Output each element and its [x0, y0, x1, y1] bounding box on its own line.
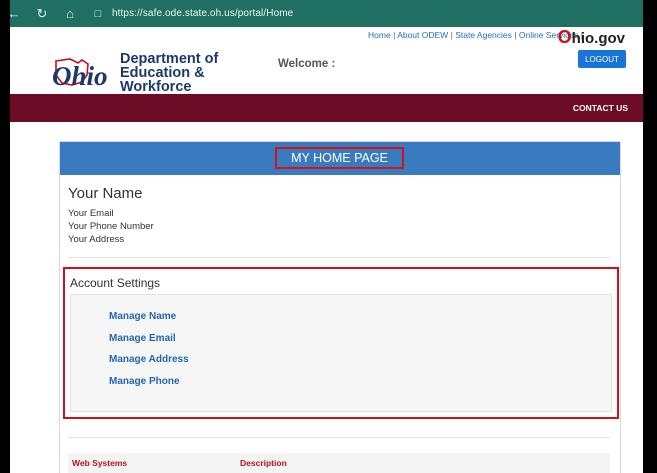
home-page-card: MY HOME PAGE Your Name Your Email Your P…: [59, 141, 621, 473]
top-nav-home[interactable]: Home: [368, 30, 391, 40]
divider: [68, 437, 610, 438]
profile-address: Your Address: [68, 234, 125, 245]
profile-phone: Your Phone Number: [68, 221, 154, 232]
page-content: Home | About ODEW | State Agencies | Onl…: [10, 27, 643, 473]
web-systems-table-header: Web Systems Description: [68, 453, 610, 473]
page-title: MY HOME PAGE: [275, 147, 404, 169]
department-title-line: Education &: [120, 65, 205, 81]
department-title: Department of Education & Workforce: [120, 51, 219, 95]
ohio-state-logo[interactable]: Ohio: [48, 55, 128, 91]
address-bar[interactable]: https://safe.ode.state.oh.us/portal/Home: [112, 8, 293, 19]
top-nav-state-agencies[interactable]: State Agencies: [455, 30, 512, 40]
account-settings-panel: Manage Name Manage Email Manage Address …: [70, 294, 612, 412]
divider: [68, 257, 610, 258]
account-settings-section: Account Settings Manage Name Manage Emai…: [63, 267, 619, 419]
top-nav-separator: |: [514, 30, 517, 40]
top-nav-links: Home | About ODEW | State Agencies | Onl…: [368, 30, 583, 40]
department-title-line: Workforce: [120, 79, 192, 95]
account-settings-title: Account Settings: [70, 276, 161, 290]
ohio-gov-o: O: [557, 27, 572, 47]
welcome-text: Welcome :: [278, 58, 336, 70]
manage-name-link[interactable]: Manage Name: [109, 311, 176, 322]
browser-toolbar: ← ↻ ⌂ □ https://safe.ode.state.oh.us/por…: [0, 0, 657, 27]
manage-email-link[interactable]: Manage Email: [109, 333, 176, 344]
card-header: MY HOME PAGE: [60, 142, 620, 175]
reload-icon[interactable]: ↻: [32, 6, 52, 22]
lock-icon: □: [94, 7, 102, 20]
svg-text:Ohio: Ohio: [52, 61, 108, 91]
profile-email: Your Email: [68, 208, 114, 219]
web-systems-column-header: Web Systems: [72, 458, 128, 468]
manage-phone-link[interactable]: Manage Phone: [109, 376, 180, 387]
ohio-gov-text: hio.gov: [571, 30, 625, 47]
window-frame-left: [0, 0, 10, 473]
description-column-header: Description: [240, 458, 287, 468]
logout-button[interactable]: LOGOUT: [578, 50, 626, 68]
top-nav-about[interactable]: About ODEW: [397, 30, 448, 40]
main-nav-bar: CONTACT US: [10, 94, 643, 122]
contact-us-link[interactable]: CONTACT US: [573, 103, 628, 113]
department-title-line: Department of: [120, 51, 219, 67]
ohio-gov-logo[interactable]: Ohio.gov: [558, 27, 625, 48]
home-icon[interactable]: ⌂: [60, 6, 80, 21]
top-nav-separator: |: [393, 30, 396, 40]
top-nav-separator: |: [450, 30, 453, 40]
window-frame-right: [643, 0, 657, 473]
manage-address-link[interactable]: Manage Address: [109, 354, 189, 365]
profile-name: Your Name: [68, 185, 143, 202]
